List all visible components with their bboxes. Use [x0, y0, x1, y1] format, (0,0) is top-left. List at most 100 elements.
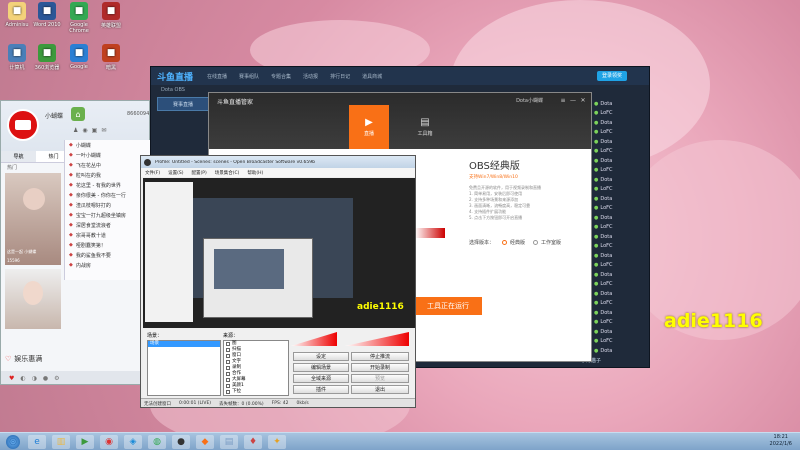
room-item[interactable]: ● LoFC [591, 223, 649, 233]
desktop-shortcut[interactable]: ■ Google Chrome [64, 2, 94, 34]
room-item[interactable]: ● Dota [591, 194, 649, 204]
tab-nav[interactable]: 导航 [1, 151, 36, 162]
desktop-shortcut[interactable]: ■ Google [64, 44, 94, 70]
checkbox[interactable] [226, 348, 230, 352]
room-item[interactable]: ● LoFC [591, 185, 649, 195]
chrome-icon[interactable]: ◍ [148, 435, 166, 449]
room-item[interactable]: ● LoFC [591, 242, 649, 252]
global-sources-button[interactable]: 全域来源 [293, 374, 349, 383]
login-button[interactable]: 登录领奖 [596, 71, 627, 81]
mic-icon[interactable]: ◐ [20, 375, 25, 382]
home-icon[interactable]: ⌂ [71, 107, 85, 121]
nav-item-2[interactable]: 专题合集 [271, 73, 291, 80]
checkbox[interactable] [226, 360, 230, 364]
stop-stream-button[interactable]: 停止推流 [351, 352, 409, 361]
obs-window[interactable]: Profile: Untitled - Scenes: scenes - Ope… [140, 155, 416, 408]
menu-item-4[interactable]: 帮助(H) [247, 170, 263, 176]
stream-card[interactable]: 这是一起 小蝴蝶 15596 [5, 173, 61, 265]
room-item[interactable]: ● LoFC [591, 280, 649, 290]
room-item[interactable]: ● LoFC [591, 318, 649, 328]
checkbox[interactable] [226, 384, 230, 388]
list-item[interactable]: ◆ 飞在花丛中 [65, 160, 150, 170]
nav-item-4[interactable]: 排行日记 [330, 73, 350, 80]
camera-icon[interactable]: ● [43, 375, 48, 382]
desktop-shortcut[interactable]: ■ Word 2010 [32, 2, 62, 28]
obs-icon[interactable]: ● [172, 435, 190, 449]
qq-member-list[interactable]: ◆ 小蝴蝶 ◆ 一叶小蝴蝶 ◆ 飞在花丛中 ◆ 粒叫在的我 ◆ 花这里 - 有我的世界 ◆ 亲你很美 … [64, 140, 150, 280]
room-item[interactable]: ● LoFC [591, 128, 649, 138]
folder-icon[interactable]: ▥ [52, 435, 70, 449]
start-orb-icon[interactable]: ◎ [6, 435, 20, 449]
room-item[interactable]: ● LoFC [591, 204, 649, 214]
room-item[interactable]: ● Dota [591, 270, 649, 280]
settings-icon[interactable]: ⚙ [54, 375, 59, 382]
room-item[interactable]: ● Dota [591, 118, 649, 128]
obs-preview[interactable]: adie1116 [143, 178, 415, 328]
esports-banner[interactable]: 赛事直播 [157, 97, 209, 111]
close-icon[interactable]: ✕ [579, 96, 587, 104]
exit-button[interactable]: 退出 [351, 385, 409, 394]
nav-item-5[interactable]: 道具商城 [362, 73, 382, 80]
nav-item-3[interactable]: 活动报 [303, 73, 318, 80]
menu-item-0[interactable]: 文件(F) [145, 170, 160, 176]
nav-item-0[interactable]: 在线直播 [207, 73, 227, 80]
gift-icon[interactable]: ▣ [92, 127, 98, 134]
room-item[interactable]: ● Dota [591, 251, 649, 261]
menu-item-3[interactable]: 场景集合(C) [215, 170, 240, 176]
desktop-shortcut[interactable]: ■ 英雄联盟 [96, 2, 126, 29]
list-item[interactable]: ◆ 内战房 [65, 260, 150, 270]
system-clock[interactable]: 18:21 2022/1/6 [770, 434, 792, 448]
like-icon[interactable]: ♥ [9, 375, 14, 382]
tab-toolbox[interactable]: ▤ 工具箱 [405, 105, 445, 149]
scenes-list[interactable]: 场景 [147, 340, 221, 396]
checkbox[interactable] [226, 372, 230, 376]
room-item[interactable]: ● Dota [591, 213, 649, 223]
list-item[interactable]: ◆ 深居食堂流浪者 [65, 220, 150, 230]
start-recording-button[interactable]: 开始录制 [351, 363, 409, 372]
tab-live[interactable]: ▶ 直播 [349, 105, 389, 149]
checkbox[interactable] [226, 354, 230, 358]
checkbox[interactable] [226, 378, 230, 382]
source-item[interactable]: 下拉 [224, 389, 288, 395]
list-item[interactable]: ◆ 粒叫在的我 [65, 170, 150, 180]
room-item[interactable]: ● LoFC [591, 166, 649, 176]
room-item[interactable]: ● Dota [591, 99, 649, 109]
menu-item-2[interactable]: 配置(P) [191, 170, 206, 176]
avatar[interactable] [7, 109, 39, 141]
room-item[interactable]: ● Dota [591, 327, 649, 337]
speaker-icon[interactable]: ◑ [32, 375, 37, 382]
minimize-icon[interactable]: — [569, 96, 577, 104]
list-item[interactable]: ◆ 宗哥哥教十道 [65, 230, 150, 240]
room-item[interactable]: ● Dota [591, 137, 649, 147]
list-item[interactable]: ◆ 花这里 - 有我的世界 [65, 180, 150, 190]
option-studio[interactable]: 工作室版 [533, 239, 561, 246]
stream-card[interactable] [5, 269, 61, 329]
room-item[interactable]: ● Dota [591, 308, 649, 318]
room-item[interactable]: ● Dota [591, 346, 649, 356]
game-icon[interactable]: ♦ [244, 435, 262, 449]
desktop-shortcut[interactable]: ■ 暗黑 [96, 44, 126, 71]
qq-icon[interactable]: ◈ [124, 435, 142, 449]
sources-list[interactable]: 图扫描 窗口 文字 录制 合作 大屏幕 美颜1 下拉 [223, 340, 289, 396]
list-item[interactable]: ◆ 小蝴蝶 [65, 140, 150, 150]
room-item[interactable]: ● Dota [591, 232, 649, 242]
list-item[interactable]: ◆ 宝宝一打九超级坐镇房 [65, 210, 150, 220]
room-item[interactable]: ● Dota [591, 156, 649, 166]
list-item[interactable]: ◆ 我的鲨鱼我不要 [65, 250, 150, 260]
checkbox[interactable] [226, 390, 230, 394]
edit-scene-button[interactable]: 编辑场景 [293, 363, 349, 372]
room-item[interactable]: ● Dota [591, 175, 649, 185]
room-item[interactable]: ● LoFC [591, 109, 649, 119]
location-icon[interactable]: ◉ [82, 127, 87, 134]
menu-item-1[interactable]: 设置(S) [168, 170, 183, 176]
room-item[interactable]: ● LoFC [591, 147, 649, 157]
ie-icon[interactable]: e [28, 435, 46, 449]
room-item[interactable]: ● LoFC [591, 337, 649, 347]
preview-button[interactable]: 预览 [351, 374, 409, 383]
tool-icon[interactable]: ✦ [268, 435, 286, 449]
message-icon[interactable]: ✉ [101, 127, 106, 134]
user-icon[interactable]: ♟ [73, 127, 78, 134]
option-classic[interactable]: 经典版 [502, 239, 525, 246]
settings-button[interactable]: 设定 [293, 352, 349, 361]
list-item[interactable]: ◆ 亲你很美 - 你你在一行 [65, 190, 150, 200]
